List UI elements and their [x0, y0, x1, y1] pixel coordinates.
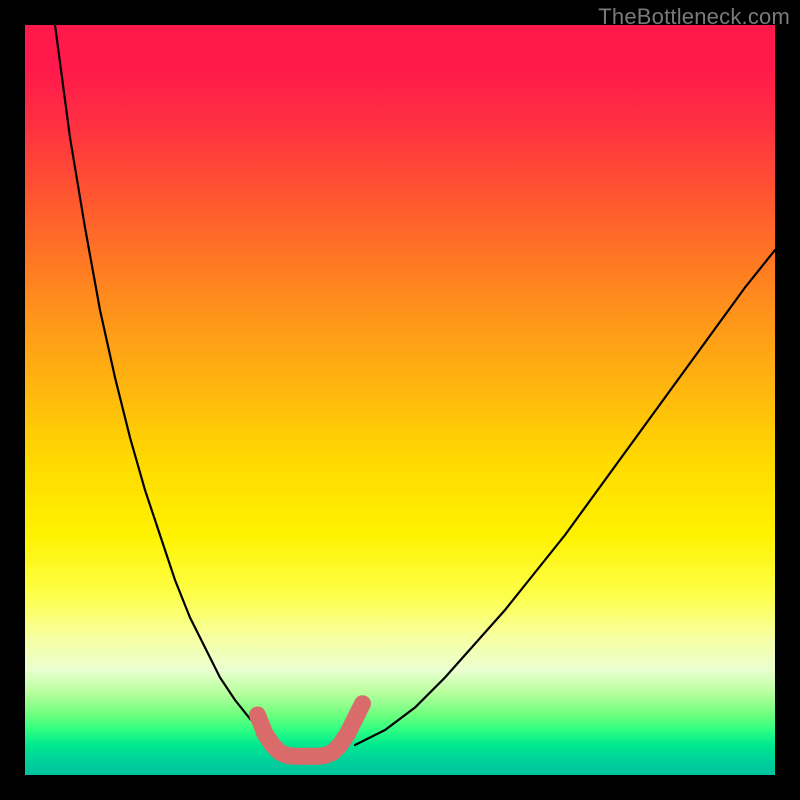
black-right-curve-path — [355, 250, 775, 745]
plot-area — [25, 25, 775, 775]
salmon-trough-path — [258, 704, 363, 757]
salmon-trough — [258, 704, 363, 757]
black-left-curve-path — [55, 25, 280, 745]
chart-frame: TheBottleneck.com — [0, 0, 800, 800]
curve-layer — [25, 25, 775, 775]
black-curves — [55, 25, 775, 745]
watermark-text: TheBottleneck.com — [598, 4, 790, 30]
